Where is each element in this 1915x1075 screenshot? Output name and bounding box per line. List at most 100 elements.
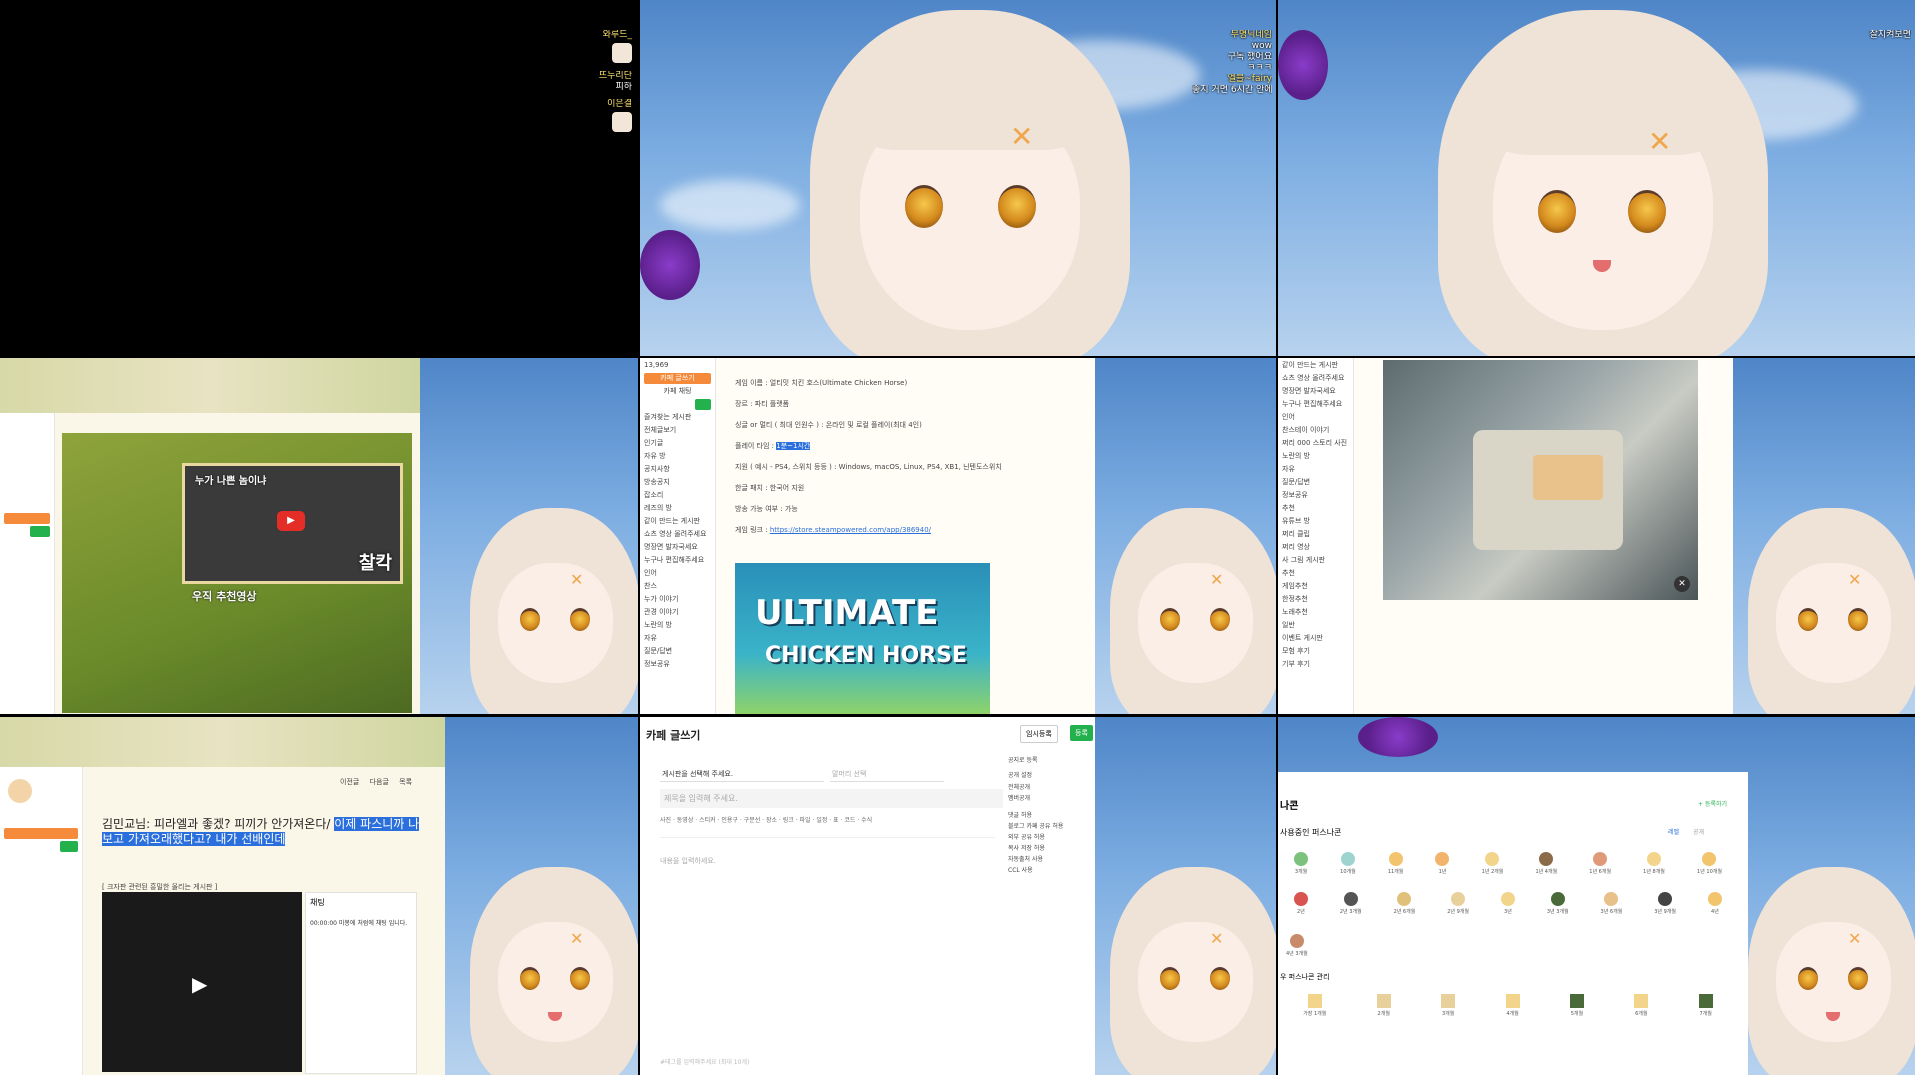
chat-button[interactable]: 카페 채팅 — [644, 386, 711, 397]
cell-1: 와루드_ 뜨누리단 피하 이은결 — [0, 0, 638, 356]
cafe-post: 13,969 카페 글쓰기 카페 채팅 즐겨찾는 게시판 전체글보기 인기글 자… — [640, 358, 1095, 714]
title-input[interactable]: 제목을 입력해 주세요. — [660, 789, 1003, 808]
emote — [612, 43, 632, 63]
list-link[interactable]: 목록 — [399, 778, 412, 786]
game-logo-top: ULTIMATE — [755, 593, 939, 633]
play-icon[interactable]: ▶ — [192, 972, 207, 996]
tool-divider[interactable]: 구분선 — [744, 817, 761, 824]
personacon-item[interactable]: 4년 3개월 — [1286, 934, 1308, 957]
personacon-icon — [1550, 892, 1565, 906]
device-label — [1533, 455, 1603, 500]
tool-code[interactable]: 코드 — [844, 817, 855, 824]
chat-name: 뜨누리단 — [598, 71, 632, 81]
tool-place[interactable]: 장소 — [766, 817, 777, 824]
tool-sticker[interactable]: 스티커 — [699, 817, 716, 824]
highlight: 1분~1시간 — [776, 442, 811, 450]
personacon-icon — [1539, 852, 1554, 866]
personacon-item[interactable]: 1년 2개월 — [1482, 852, 1503, 875]
personacon-item[interactable]: 3개월 — [1294, 852, 1309, 875]
prefix-select[interactable]: 말머리 선택 — [830, 767, 944, 782]
personacon-item[interactable]: 4년 — [1707, 892, 1722, 915]
chat-line: 이은결 — [552, 99, 632, 110]
video-caption: 찰칵 — [358, 553, 392, 574]
article-tabs: 이전글 다음글 목록 — [340, 777, 412, 787]
cafe-sidebar: 같이 만드는 게시판 쇼츠 영상 올려주세요 명장면 발자국세요 누구나 편집해… — [1278, 358, 1354, 714]
chat-name: 와루드_ — [602, 30, 632, 40]
cell-4: 누가 나쁜 놈이냐 ▶ 찰칵 우직 추천영상 ✕ — [0, 358, 638, 714]
register-link[interactable]: + 등록하기 — [1698, 799, 1727, 808]
personacon-item[interactable]: 7개월 — [1698, 994, 1713, 1017]
search-button[interactable] — [30, 526, 50, 537]
personacon-item[interactable]: 1년 4개월 — [1535, 852, 1557, 875]
tool-quote[interactable]: 인용구 — [721, 817, 738, 824]
personacon-item[interactable]: 1년 8개월 — [1643, 852, 1665, 875]
tab-public[interactable]: 공개 — [1693, 827, 1704, 836]
personacon-item[interactable]: 6개월 — [1634, 994, 1649, 1017]
personacon-item[interactable]: 11개월 — [1388, 852, 1403, 875]
flower-decoration — [1358, 717, 1438, 757]
personacon-item[interactable]: 10개월 — [1340, 852, 1356, 875]
options-panel: 공지로 등록 공개 설정 전체공개 멤버공개 댓글 허용 블로그 카페 공유 허… — [1008, 757, 1064, 874]
page-title: 나콘 — [1280, 801, 1299, 812]
cell-6: 같이 만드는 게시판 쇼츠 영상 올려주세요 명장면 발자국세요 누구나 편집해… — [1278, 358, 1915, 714]
tool-formula[interactable]: 수식 — [861, 817, 872, 824]
personacon-item[interactable]: 3년 9개월 — [1654, 892, 1676, 915]
personacon-item[interactable]: 2년 — [1293, 892, 1308, 915]
personacon-item[interactable]: 3년 3개월 — [1547, 892, 1569, 915]
search-button[interactable] — [695, 399, 711, 410]
tool-file[interactable]: 파일 — [800, 817, 811, 824]
tab-level[interactable]: 레벨 — [1668, 827, 1679, 836]
game-link[interactable]: https://store.steampowered.com/app/38694… — [770, 526, 931, 534]
personacon-item[interactable]: 4개월 — [1505, 994, 1520, 1017]
personacon-icon — [1505, 994, 1520, 1008]
tool-video[interactable]: 동영상 — [677, 817, 694, 824]
write-button[interactable]: 카페 글쓰기 — [644, 373, 711, 384]
chat-panel: 채팅 00:00:00 미봉에 처럼에 채팅 입니다. — [305, 892, 417, 1074]
chat-line: 와루드_ — [552, 30, 632, 41]
submit-button[interactable]: 등록 — [1070, 725, 1093, 741]
board-select[interactable]: 게시판을 선택해 주세요. — [660, 767, 824, 782]
cafe-sidebar — [0, 413, 55, 714]
cell-8: 카페 글쓰기 임시등록 등록 게시판을 선택해 주세요. 말머리 선택 제목을 … — [640, 717, 1276, 1075]
personacon-item[interactable]: 2년 9개월 — [1447, 892, 1469, 915]
personacon-item[interactable]: 1년 6개월 — [1589, 852, 1611, 875]
vtuber-avatar: ✕ — [1748, 508, 1915, 714]
tool-table[interactable]: 표 — [833, 817, 839, 824]
section-title: 사용중인 퍼스나콘 — [1280, 828, 1342, 837]
personacon-item[interactable]: 3년 — [1500, 892, 1515, 915]
tool-photo[interactable]: 사진 — [660, 817, 671, 824]
personacon-item[interactable]: 3개월 — [1441, 994, 1456, 1017]
post-body: 게임 이름 : 얼티밋 치킨 호스(Ultimate Chicken Horse… — [735, 379, 1002, 534]
next-post-link[interactable]: 다음글 — [370, 778, 389, 786]
video-title: 누가 나쁜 놈이냐 — [195, 476, 267, 487]
temp-save-button[interactable]: 임시등록 — [1020, 725, 1058, 743]
search-button[interactable] — [60, 841, 78, 852]
video-player[interactable]: ▶ — [102, 892, 302, 1072]
personacon-item[interactable]: 5개월 — [1569, 994, 1584, 1017]
personacon-item[interactable]: 가장 1개월 — [1303, 994, 1326, 1017]
personacon-item[interactable]: 2개월 — [1376, 994, 1391, 1017]
prev-post-link[interactable]: 이전글 — [340, 778, 359, 786]
personacon-icon — [1593, 852, 1608, 866]
tool-schedule[interactable]: 일정 — [816, 817, 827, 824]
body-input[interactable]: 내용을 입력하세요. — [660, 837, 995, 1071]
video-subtitle: 우직 추천영상 — [192, 590, 257, 603]
mute-icon[interactable]: ✕ — [1674, 576, 1690, 592]
play-icon[interactable]: ▶ — [277, 511, 305, 531]
tag-input[interactable]: #태그를 입력해주세요 (최대 10개) — [660, 1057, 749, 1066]
cell-9: 나콘 + 등록하기 사용중인 퍼스나콘 레벨 공개 3개월 10개월 11개월 … — [1278, 717, 1915, 1075]
flower-decoration — [640, 230, 700, 300]
youtube-thumbnail[interactable]: 누가 나쁜 놈이냐 ▶ 찰칵 — [182, 463, 403, 584]
personacon-item[interactable]: 1년 — [1435, 852, 1450, 875]
personacon-item[interactable]: 1년 10개월 — [1697, 852, 1722, 875]
write-button[interactable] — [4, 513, 50, 524]
personacon-icon — [1376, 994, 1391, 1008]
personacon-icon — [1307, 994, 1322, 1008]
tool-link[interactable]: 링크 — [783, 817, 794, 824]
personacon-item[interactable]: 3년 6개월 — [1601, 892, 1622, 915]
personacon-item[interactable]: 2년 3개월 — [1340, 892, 1362, 915]
write-button[interactable] — [4, 828, 78, 839]
personacon-icon — [1485, 852, 1500, 866]
personacon-item[interactable]: 2년 6개월 — [1394, 892, 1415, 915]
cafe-post: 같이 만드는 게시판 쇼츠 영상 올려주세요 명장면 발자국세요 누구나 편집해… — [1278, 358, 1733, 714]
